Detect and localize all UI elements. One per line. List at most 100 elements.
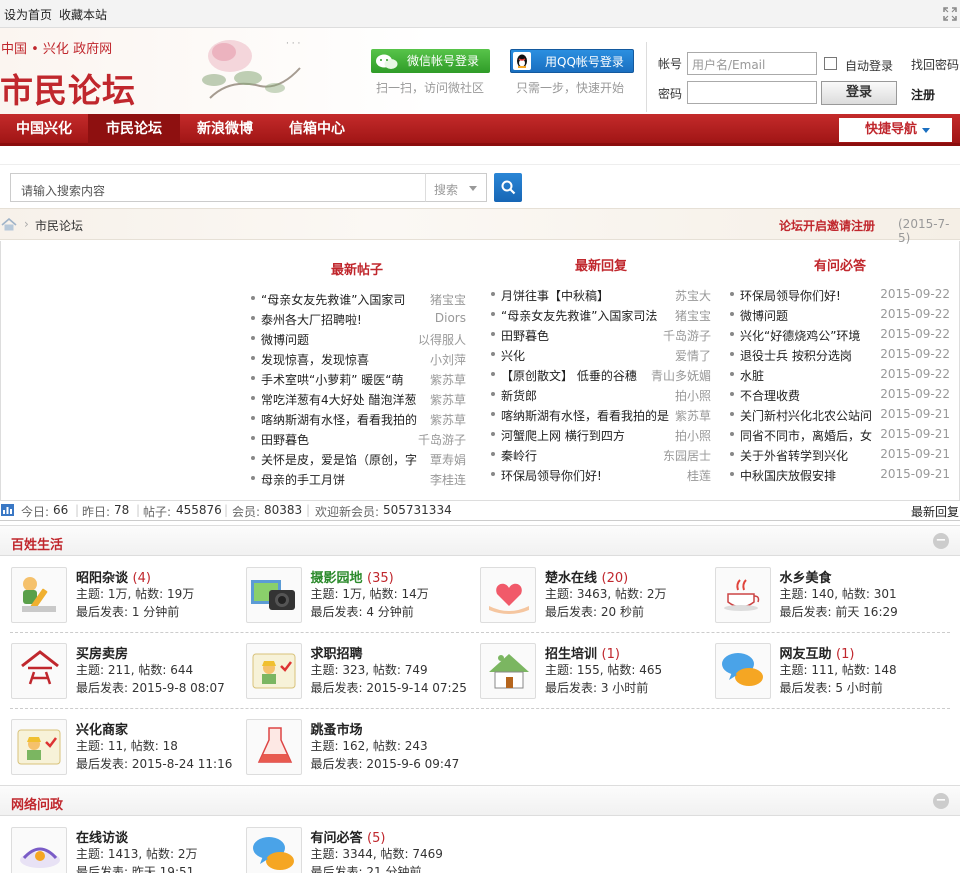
worker-card-icon[interactable] (245, 643, 302, 699)
hot-item-title[interactable]: 微博问题 (261, 331, 421, 348)
hot-list-item[interactable]: 喀纳斯湖有水怪，看看我拍的 紫苏草 (251, 408, 466, 428)
hot-item-title[interactable]: 泰州各大厂招聘啦! (261, 311, 421, 328)
hot-list-item[interactable]: 微博问题 以得服人 (251, 328, 466, 348)
hot-item-author[interactable]: 以得服人 (398, 331, 466, 348)
hot-list-item[interactable]: 【原创散文】 低垂的谷穗 青山多妩媚 (491, 364, 711, 384)
add-favorite-link[interactable]: 收藏本站 (59, 6, 107, 23)
camera-icon[interactable] (245, 567, 302, 623)
forum-name-link[interactable]: 在线访谈 (76, 827, 128, 846)
hot-list-item[interactable]: 环保局领导你们好! 2015-09-22 (730, 284, 950, 304)
latest-reply-link[interactable]: 最新回复 (911, 503, 959, 520)
hot-item-title[interactable]: 发现惊喜，发现惊喜 (261, 351, 421, 368)
hot-list-item[interactable]: 兴化 爱情了 (491, 344, 711, 364)
section-header-life[interactable]: 百姓生活 − (0, 525, 960, 556)
hot-item-author[interactable]: 紫苏草 (398, 391, 466, 408)
hot-item-author[interactable]: 爱情了 (639, 347, 711, 364)
hot-item-author[interactable]: 千岛游子 (398, 431, 466, 448)
autologin-checkbox[interactable] (824, 57, 837, 70)
hot-item-title[interactable]: 母亲的手工月饼 (261, 471, 421, 488)
forum-last-post[interactable]: 最后发表: 4 分钟前 (311, 603, 414, 620)
forum-last-post[interactable]: 最后发表: 1 分钟前 (76, 603, 179, 620)
hot-list-item[interactable]: “母亲女友先救谁”入国家司 猪宝宝 (251, 288, 466, 308)
forum-last-post[interactable]: 最后发表: 5 小时前 (780, 679, 883, 696)
home-icon[interactable] (1, 218, 17, 231)
hot-list-item[interactable]: 手术室哄“小萝莉” 暖医“萌 紫苏草 (251, 368, 466, 388)
hot-list-item[interactable]: 喀纳斯湖有水怪，看看我拍的是 紫苏草 (491, 404, 711, 424)
hot-list-item[interactable]: 关怀是皮，爱是馅（原创，字 覃寿娟 (251, 448, 466, 468)
forum-name-link[interactable]: 昭阳杂谈 (4) (76, 567, 151, 586)
nav-item-forum[interactable]: 市民论坛 (88, 114, 180, 145)
account-input[interactable]: 用户名/Email (687, 52, 817, 75)
hot-item-title[interactable]: 常吃洋葱有4大好处 醋泡洋葱 (261, 391, 421, 408)
hot-item-title[interactable]: 退役士兵 按积分选岗 (740, 347, 885, 364)
breadcrumb-current[interactable]: 市民论坛 (35, 217, 83, 234)
hot-list-item[interactable]: “母亲女友先救谁”入国家司法 猪宝宝 (491, 304, 711, 324)
hot-list-item[interactable]: 泰州各大厂招聘啦! Diors (251, 308, 466, 328)
hot-item-title[interactable]: 关怀是皮，爱是馅（原创，字 (261, 451, 421, 468)
password-input[interactable] (687, 81, 817, 104)
chat-bubbles-icon[interactable] (714, 643, 771, 699)
forum-last-post[interactable]: 最后发表: 2015-9-8 08:07 (76, 679, 225, 696)
pencil-person-icon[interactable] (11, 567, 67, 623)
hot-item-title[interactable]: 环保局领导你们好! (740, 287, 885, 304)
forum-logo[interactable]: 市民论坛 (0, 64, 136, 112)
nav-item-xinghua[interactable]: 中国兴化 (0, 114, 88, 145)
hot-item-title[interactable]: 喀纳斯湖有水怪，看看我拍的 (261, 411, 421, 428)
coffee-cup-icon[interactable] (714, 567, 771, 623)
hot-list-item[interactable]: 新货郎 拍小照 (491, 384, 711, 404)
hot-list-item[interactable]: 中秋国庆放假安排 2015-09-21 (730, 464, 950, 484)
heart-hand-icon[interactable] (480, 567, 536, 623)
quick-nav-button[interactable]: 快捷导航 (839, 118, 952, 142)
search-input[interactable]: 请输入搜索内容 (10, 173, 426, 202)
forum-name-link[interactable]: 网友互助 (1) (780, 643, 855, 662)
collapse-icon[interactable]: − (933, 533, 949, 549)
hot-item-author[interactable]: 紫苏草 (398, 411, 466, 428)
hot-list-item[interactable]: 常吃洋葱有4大好处 醋泡洋葱 紫苏草 (251, 388, 466, 408)
hot-item-author[interactable]: 覃寿娟 (398, 451, 466, 468)
forum-name-link[interactable]: 招生培训 (1) (545, 643, 620, 662)
fullscreen-icon[interactable] (943, 7, 957, 21)
forum-last-post[interactable]: 最后发表: 2015-9-14 07:25 (311, 679, 467, 696)
search-button[interactable] (494, 173, 522, 202)
hot-item-author[interactable]: Diors (398, 311, 466, 325)
forum-name-link[interactable]: 求职招聘 (311, 643, 363, 662)
hot-item-author[interactable]: 青山多妩媚 (639, 367, 711, 384)
hot-item-title[interactable]: 同省不同市，离婚后，女 (740, 427, 885, 444)
flask-icon[interactable] (245, 719, 302, 775)
login-button[interactable]: 登录 (821, 81, 897, 105)
hot-item-author[interactable]: 小刘萍 (398, 351, 466, 368)
search-type-select[interactable]: 搜索 (425, 173, 487, 202)
hot-item-title[interactable]: 水脏 (740, 367, 885, 384)
forum-last-post[interactable]: 最后发表: 3 小时前 (545, 679, 648, 696)
hot-item-title[interactable]: 不合理收费 (740, 387, 885, 404)
hot-item-title[interactable]: 兴化“好德烧鸡公”环境 (740, 327, 885, 344)
forum-name-link[interactable]: 兴化商家 (76, 719, 128, 738)
nav-item-weibo[interactable]: 新浪微博 (180, 114, 270, 145)
hot-item-author[interactable]: 东园居士 (639, 447, 711, 464)
invite-register-notice[interactable]: 论坛开启邀请注册 (779, 217, 875, 234)
hot-list-item[interactable]: 秦岭行 东园居士 (491, 444, 711, 464)
hot-item-title[interactable]: “母亲女友先救谁”入国家司 (261, 291, 421, 308)
forum-last-post[interactable]: 最后发表: 2015-9-6 09:47 (311, 755, 460, 772)
forum-last-post[interactable]: 最后发表: 前天 16:29 (780, 603, 898, 620)
stat-newest-member[interactable]: 505731334 (383, 503, 452, 517)
forum-name-link[interactable]: 摄影园地 (35) (311, 567, 394, 586)
register-link[interactable]: 注册 (911, 86, 935, 103)
hot-list-item[interactable]: 环保局领导你们好! 桂莲 (491, 464, 711, 484)
hot-list-item[interactable]: 发现惊喜，发现惊喜 小刘萍 (251, 348, 466, 368)
hot-list-item[interactable]: 母亲的手工月饼 李桂连 (251, 468, 466, 488)
forum-name-link[interactable]: 买房卖房 (76, 643, 128, 662)
forum-name-link[interactable]: 楚水在线 (20) (545, 567, 628, 586)
hot-item-title[interactable]: 关门新村兴化北农公站问 (740, 407, 885, 424)
hot-list-item[interactable]: 关门新村兴化北农公站问 2015-09-21 (730, 404, 950, 424)
hot-list-item[interactable]: 同省不同市，离婚后，女 2015-09-21 (730, 424, 950, 444)
forum-name-link[interactable]: 跳蚤市场 (311, 719, 363, 738)
hot-item-author[interactable]: 猪宝宝 (639, 307, 711, 324)
nav-item-mailbox[interactable]: 信箱中心 (270, 114, 364, 145)
hot-list-item[interactable]: 田野暮色 千岛游子 (251, 428, 466, 448)
hot-list-item[interactable]: 微博问题 2015-09-22 (730, 304, 950, 324)
forum-last-post[interactable]: 最后发表: 2015-8-24 11:16 (76, 755, 232, 772)
hot-list-item[interactable]: 不合理收费 2015-09-22 (730, 384, 950, 404)
hot-item-title[interactable]: 微博问题 (740, 307, 885, 324)
forgot-password-link[interactable]: 找回密码 (911, 56, 959, 73)
